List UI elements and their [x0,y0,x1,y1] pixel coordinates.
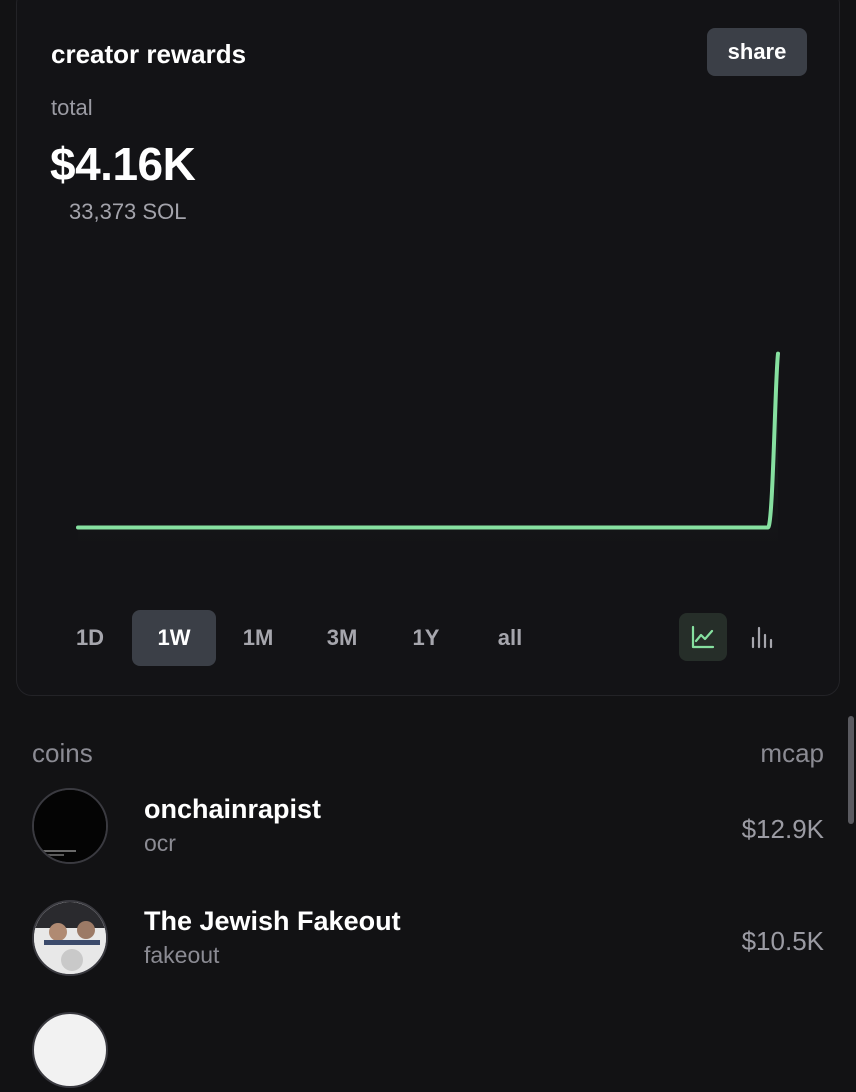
bar-chart-view-button[interactable] [737,613,785,661]
chart-view-toggle [679,613,785,661]
coin-avatar [32,1012,108,1088]
line-chart-view-button[interactable] [679,613,727,661]
coin-name: The Jewish Fakeout [144,906,401,936]
coin-row[interactable]: The Jewish Fakeout fakeout $10.5K [32,900,824,980]
coin-ticker: fakeout [144,942,220,968]
range-3m-button[interactable]: 3M [300,610,384,666]
chart-area [78,353,778,545]
bar-chart-icon [751,626,773,649]
line-chart-icon [691,625,715,649]
time-range-selector: 1D 1W 1M 3M 1Y all [48,610,552,666]
coin-ticker: ocr [144,830,176,856]
range-1w-button[interactable]: 1W [132,610,216,666]
chart-line-series [76,351,780,530]
mcap-header-label: mcap [760,738,824,768]
coins-list-header: coins mcap [32,738,824,769]
range-1d-button[interactable]: 1D [48,610,132,666]
range-1m-button[interactable]: 1M [216,610,300,666]
range-1y-button[interactable]: 1Y [384,610,468,666]
coin-row[interactable] [32,1012,824,1092]
coin-avatar [32,900,108,976]
scrollbar[interactable] [848,716,854,824]
coin-row[interactable]: onchainrapist ocr $12.9K [32,788,824,868]
coin-image [34,902,106,974]
rewards-chart [76,351,780,545]
coins-header-label: coins [32,738,93,768]
coin-image [34,790,106,862]
coin-name: onchainrapist [144,794,322,824]
coin-avatar [32,788,108,864]
range-all-button[interactable]: all [468,610,552,666]
coin-mcap: $10.5K [741,926,824,956]
coin-mcap: $12.9K [741,814,824,844]
